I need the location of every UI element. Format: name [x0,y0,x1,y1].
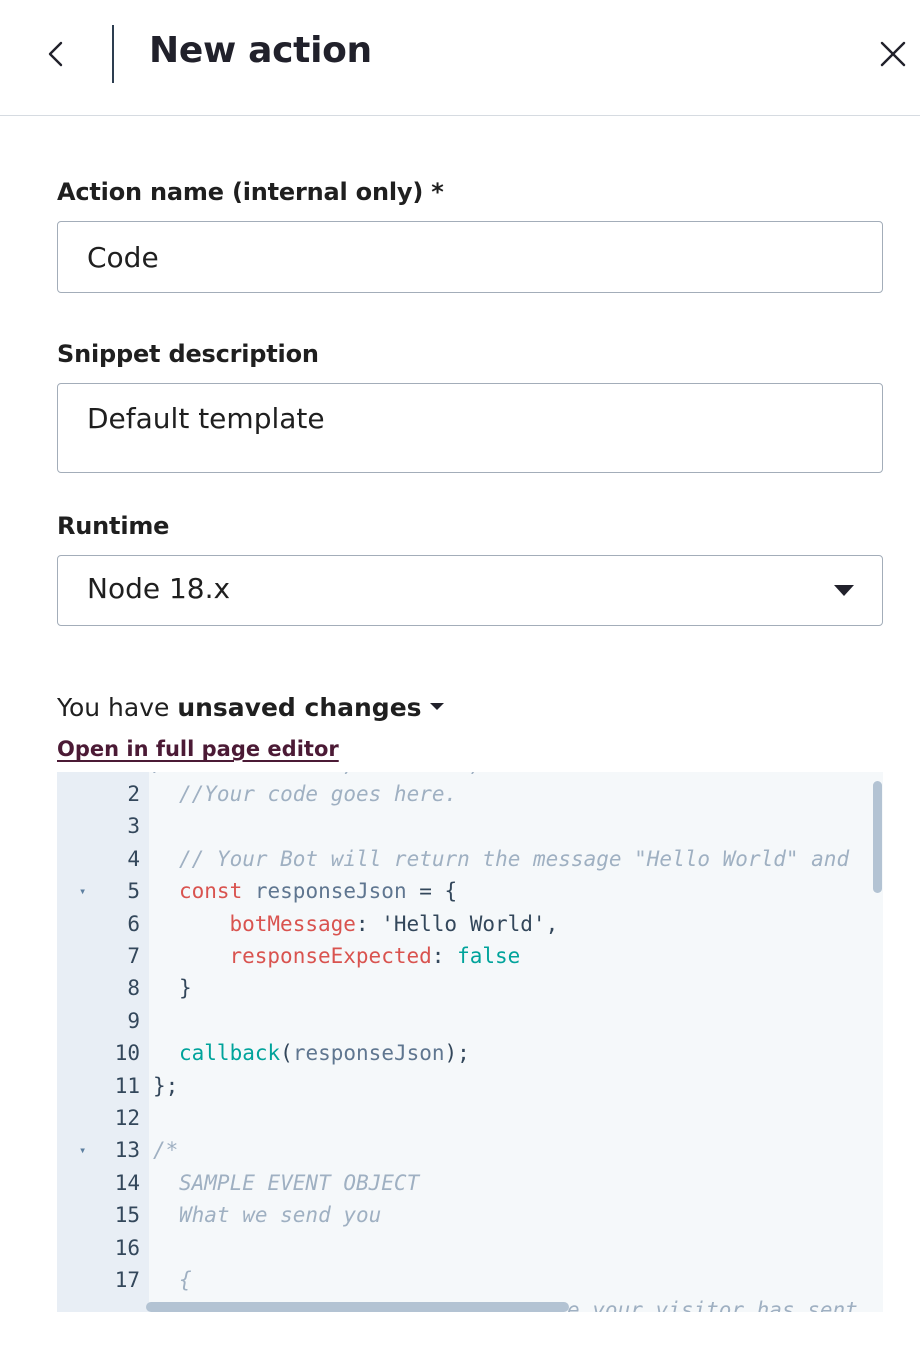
line-number: 17 [114,1268,140,1292]
code-line: 9 [57,1005,883,1037]
code-partial-line-bottom: e your visitor has sent [567,1298,858,1312]
code-line: 17 { [57,1264,883,1296]
fold-toggle-icon[interactable]: ▾ [79,875,86,907]
vertical-scrollbar[interactable] [873,781,882,893]
line-number: 13 [114,1138,140,1163]
code-line: 11}; [57,1070,883,1102]
panel-header: New action [0,0,920,116]
action-name-input[interactable] [57,221,883,293]
code-partial-line-top: / ... . , . , [153,772,520,776]
line-number: 4 [127,846,140,871]
code-line: 13 ▾ /* [57,1134,883,1166]
code-text: /* [153,1138,179,1163]
line-number: 2 [127,782,140,806]
code-line: 15 What we send you [57,1199,883,1231]
code-line: 16 [57,1232,883,1264]
code-line: 8} [57,972,883,1004]
line-number: 6 [127,911,140,936]
code-line: 3 [57,810,883,842]
close-button[interactable] [872,33,914,75]
snippet-description-value: Default template [87,402,325,435]
open-full-page-editor-link[interactable]: Open in full page editor [57,737,339,761]
line-number: 11 [114,1073,140,1098]
code-line: 10 callback(responseJson); [57,1037,883,1069]
caret-down-icon [834,585,854,596]
runtime-select[interactable]: Node 18.x [57,555,883,626]
unsaved-prefix: You have [57,693,178,722]
code-text: //Your code goes here. [179,782,458,806]
line-number: 3 [127,814,140,839]
line-number: 9 [127,1008,140,1033]
code-text: }; [153,1073,179,1098]
line-number: 10 [114,1041,140,1066]
line-number: 15 [114,1203,140,1228]
header-divider [112,25,114,83]
code-text: const responseJson = { [179,879,458,904]
code-text: callback(responseJson); [179,1041,470,1066]
code-text: } [179,976,192,1001]
line-number: 8 [127,976,140,1001]
code-text: SAMPLE EVENT OBJECT [179,1170,420,1195]
chevron-left-icon [48,41,63,67]
line-number: 14 [114,1170,140,1195]
horizontal-scrollbar[interactable] [146,1302,569,1312]
caret-down-icon [429,702,444,710]
code-text: What we send you [179,1203,382,1228]
code-text: { [179,1268,192,1292]
code-text: botMessage: 'Hello World', [229,911,559,936]
close-icon [880,41,906,67]
line-number: 5 [127,879,140,904]
code-line: 7 responseExpected: false [57,940,883,972]
unsaved-changes-toggle[interactable]: You have unsaved changes [57,693,444,722]
back-button[interactable] [36,34,76,74]
line-number: 12 [114,1106,140,1130]
code-line: 2 //Your code goes here. [57,778,883,810]
fold-toggle-icon[interactable]: ▾ [79,1134,86,1166]
snippet-description-label: Snippet description [57,340,319,368]
code-line: 14 SAMPLE EVENT OBJECT [57,1167,883,1199]
panel-title: New action [149,30,372,71]
unsaved-bold: unsaved changes [177,693,422,722]
code-line: 4 // Your Bot will return the message "He… [57,843,883,875]
code-line: 6 botMessage: 'Hello World', [57,908,883,940]
action-name-label: Action name (internal only) * [57,178,444,206]
code-editor[interactable]: / ... . , . , 2 //Your code goes here. 3 4 /… [57,772,883,1312]
code-line: 5 ▾ const responseJson = { [57,875,883,907]
code-line: 12 [57,1102,883,1134]
code-text: // Your Bot will return the message "Hel… [179,846,850,871]
code-text: responseExpected: false [229,944,521,968]
runtime-selected-value: Node 18.x [87,572,231,605]
line-number: 16 [114,1235,140,1260]
line-number: 7 [127,944,140,968]
runtime-label: Runtime [57,512,170,540]
snippet-description-textarea[interactable]: Default template [57,383,883,473]
